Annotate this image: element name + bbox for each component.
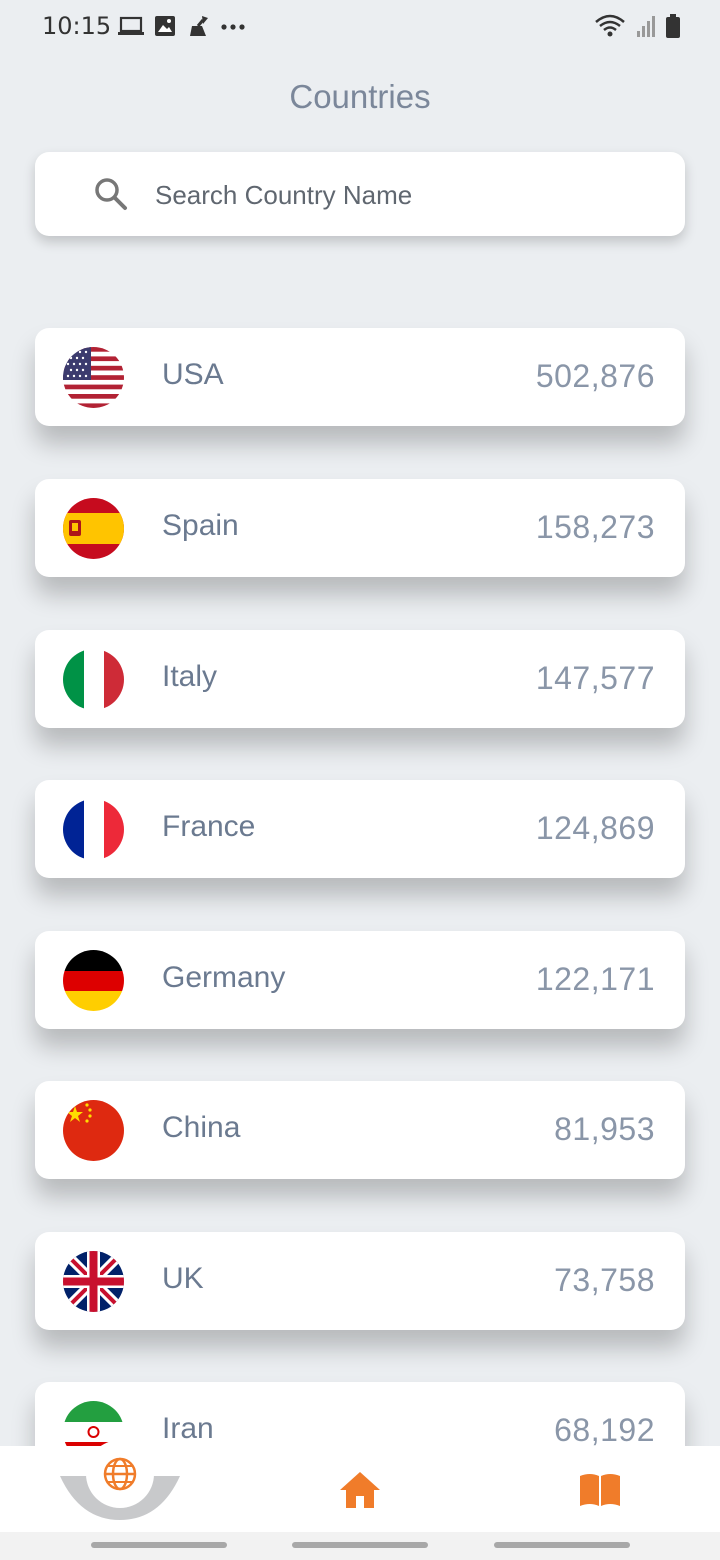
gesture-bar-right (494, 1542, 630, 1548)
country-value: 158,273 (535, 509, 655, 545)
country-card-china[interactable]: China 81,953 (35, 1081, 685, 1179)
usa-flag-icon (63, 347, 124, 408)
country-card-france[interactable]: France 124,869 (35, 780, 685, 878)
globe-icon (103, 1457, 137, 1491)
home-icon[interactable] (338, 1470, 382, 1510)
country-value: 122,171 (535, 961, 655, 997)
italy-flag-icon (63, 649, 124, 710)
country-name: Germany (162, 961, 286, 994)
france-flag-icon (63, 799, 124, 860)
nav-globe-button[interactable] (86, 1440, 154, 1508)
germany-flag-icon (63, 950, 124, 1011)
country-name: UK (162, 1262, 204, 1295)
search-icon (95, 178, 127, 210)
country-card-germany[interactable]: Germany 122,171 (35, 931, 685, 1029)
country-name: USA (162, 358, 224, 391)
search-box[interactable] (35, 152, 685, 236)
country-name: Italy (162, 660, 218, 693)
spain-flag-icon (63, 498, 124, 559)
country-value: 502,876 (535, 358, 655, 394)
country-name: France (162, 810, 256, 843)
gesture-bar-left (91, 1542, 227, 1548)
country-card-spain[interactable]: Spain 158,273 (35, 479, 685, 577)
country-value: 147,577 (535, 660, 655, 696)
gesture-bar-center (292, 1542, 428, 1548)
uk-flag-icon (63, 1251, 124, 1312)
china-flag-icon (63, 1100, 124, 1161)
search-input[interactable] (153, 170, 677, 220)
country-value: 73,758 (554, 1262, 655, 1298)
country-value: 81,953 (554, 1111, 655, 1147)
country-card-uk[interactable]: UK 73,758 (35, 1232, 685, 1330)
country-name: China (162, 1111, 241, 1144)
country-name: Spain (162, 509, 239, 542)
country-value: 124,869 (535, 810, 655, 846)
country-card-iran[interactable]: Iran 68,192 (35, 1382, 685, 1446)
country-card-italy[interactable]: Italy 147,577 (35, 630, 685, 728)
book-icon[interactable] (578, 1470, 622, 1510)
country-card-usa[interactable]: USA 502,876 (35, 328, 685, 426)
